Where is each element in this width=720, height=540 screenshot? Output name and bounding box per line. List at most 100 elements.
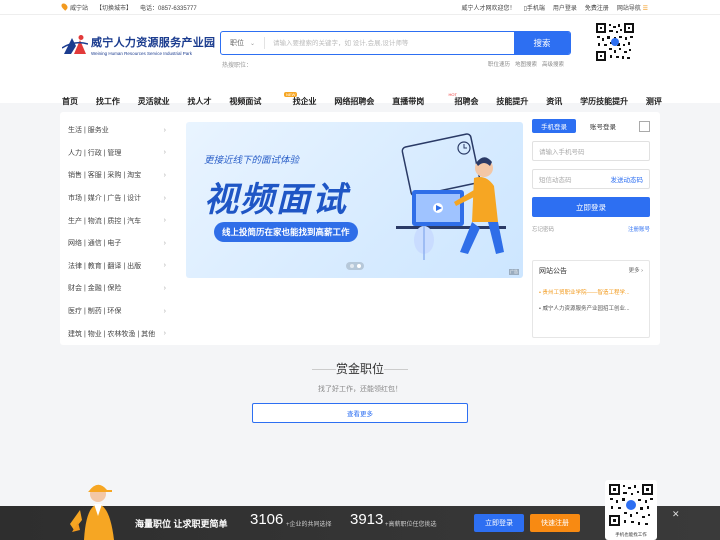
logo-english: Weining Human Resources Service Industri…: [91, 51, 192, 56]
category-item[interactable]: 医疗 | 制药 | 环保 ›: [68, 300, 168, 323]
category-item[interactable]: 市场 | 媒介 | 广告 | 设计 ›: [68, 187, 168, 210]
nav-education[interactable]: 学历技能提升: [580, 96, 628, 107]
hot-jobs-label: 热搜职位：: [222, 63, 253, 69]
category-item[interactable]: 法律 | 教育 | 翻译 | 出版 ›: [68, 255, 168, 278]
category-label: 网络 | 通信 | 电子: [68, 240, 122, 248]
welcome-text: 威宁人才网欢迎您！: [461, 6, 516, 12]
tab-account-login[interactable]: 账号登录: [590, 121, 616, 131]
mascot-man-icon: [70, 484, 114, 540]
carousel-dots[interactable]: [346, 262, 364, 270]
location: 威宁站: [60, 2, 88, 12]
banner-carousel[interactable]: 更接近线下的面试体验 视频面试 线上投简历在家也能找到高薪工作 广告: [186, 122, 523, 278]
search-link-map[interactable]: 地图搜索: [515, 60, 537, 68]
phone-number: 电话：0857-6335777: [140, 6, 197, 12]
category-label: 人力 | 行政 | 管理: [68, 149, 122, 157]
sitemap-link[interactable]: 网站导航 ☰: [617, 3, 648, 12]
register-account-link[interactable]: 注册账号: [628, 225, 650, 233]
footer-register-button[interactable]: 快速注册: [530, 514, 580, 532]
switch-city-link[interactable]: 【切换城市】: [96, 3, 132, 12]
footer-login-button[interactable]: 立即登录: [474, 514, 524, 532]
tab-phone-login[interactable]: 手机登录: [532, 119, 576, 133]
category-label: 生产 | 物流 | 质控 | 汽车: [68, 217, 142, 225]
category-label: 市场 | 媒介 | 广告 | 设计: [68, 195, 142, 203]
mobile-link-label: 手机端: [526, 6, 545, 12]
banner-subtitle: 线上投简历在家也能找到高薪工作: [214, 222, 358, 242]
category-item[interactable]: 建筑 | 物业 | 农林牧渔 | 其他 ›: [68, 322, 168, 345]
nav-find-talent[interactable]: 找人才: [188, 96, 212, 107]
menu-icon: ☰: [642, 6, 648, 12]
nav-find-job[interactable]: 找工作: [96, 96, 120, 107]
view-more-button[interactable]: 查看更多: [252, 403, 468, 423]
forgot-password-link[interactable]: 忘记密码: [532, 225, 554, 233]
nav-news[interactable]: 资讯: [546, 96, 562, 107]
close-icon[interactable]: ✕: [672, 509, 680, 520]
floating-qr: 手机也能找工作: [605, 480, 657, 540]
sitemap-label: 网站导航: [616, 6, 641, 12]
top-bar: 威宁站 【切换城市】 电话：0857-6335777 威宁人才网欢迎您！ ▯手机…: [0, 0, 720, 15]
login-button[interactable]: 立即登录: [532, 197, 650, 217]
user-login-link[interactable]: 用户登录: [553, 3, 577, 12]
category-label: 医疗 | 制药 | 环保: [68, 308, 122, 316]
chevron-down-icon: ⌄: [249, 40, 256, 47]
sms-code-placeholder: 短信动态码: [539, 177, 572, 184]
chevron-right-icon: ›: [163, 262, 166, 270]
chevron-right-icon: ›: [163, 330, 166, 338]
nav-skill-up[interactable]: 技能提升: [496, 96, 528, 107]
chevron-right-icon: ›: [163, 284, 166, 292]
category-item[interactable]: 财会 | 金融 | 保险 ›: [68, 277, 168, 300]
chevron-right-icon: ›: [163, 307, 166, 315]
chevron-right-icon: ›: [163, 217, 166, 225]
nav-assessment[interactable]: 测评: [646, 96, 662, 107]
sms-code-input[interactable]: 短信动态码 发送动态码: [532, 169, 650, 189]
login-box: 手机登录 账号登录 请输入手机号码 短信动态码 发送动态码 立即登录 忘记密码 注…: [532, 119, 650, 233]
search-type-select[interactable]: 职位 ⌄: [221, 37, 265, 49]
category-item[interactable]: 生产 | 物流 | 质控 | 汽车 ›: [68, 209, 168, 232]
carousel-dot[interactable]: [349, 264, 354, 268]
qr-code-icon: [590, 17, 640, 67]
notice-item[interactable]: • 贵州工贸职业学院——智造工程学...: [539, 288, 643, 296]
site-notice: 网站公告 更多 › • 贵州工贸职业学院——智造工程学... • 威宁人力资源服…: [532, 260, 650, 338]
category-item[interactable]: 网络 | 通信 | 电子 ›: [68, 232, 168, 255]
job-count-desc: +高薪职位任您挑选: [385, 522, 437, 528]
search-links: 职位速历 地图搜索 高级搜索: [488, 60, 564, 68]
nav-job-fair[interactable]: 招聘会: [455, 96, 479, 107]
category-list: 生活 | 服务业 › 人力 | 行政 | 管理 › 销售 | 客服 | 采购 | 淘…: [68, 119, 168, 345]
mobile-link[interactable]: ▯手机端: [524, 3, 545, 12]
nav-online-fair[interactable]: 网络招聘会: [334, 96, 374, 107]
site-logo[interactable]: 威宁人力资源服务产业园 Weining Human Resources Serv…: [62, 34, 215, 56]
category-item[interactable]: 生活 | 服务业 ›: [68, 119, 168, 142]
main-nav: 首页 找工作 灵活就业 找人才 视频面试NEW 找企业 网络招聘会 直播带岗HO…: [62, 92, 662, 107]
nav-live-jobs[interactable]: 直播带岗HOT: [392, 92, 457, 107]
nav-home[interactable]: 首页: [62, 96, 78, 107]
category-label: 法律 | 教育 | 翻译 | 出版: [68, 262, 142, 270]
qr-caption: 手机也能找工作: [615, 532, 647, 537]
search-link-history[interactable]: 职位速历: [488, 60, 510, 68]
category-label: 生活 | 服务业: [68, 127, 109, 135]
notice-item[interactable]: • 威宁人力资源服务产业园招工创业...: [539, 304, 643, 312]
nav-live-jobs-label: 直播带岗: [392, 97, 425, 106]
category-item[interactable]: 人力 | 行政 | 管理 ›: [68, 142, 168, 165]
company-count: 3106: [250, 511, 284, 528]
search-input[interactable]: [265, 32, 514, 54]
banner-title: 视频面试: [204, 181, 348, 219]
logo-icon: [62, 35, 88, 54]
search-link-advanced[interactable]: 高级搜索: [542, 60, 564, 68]
category-item[interactable]: 销售 | 客服 | 采购 | 淘宝 ›: [68, 164, 168, 187]
notice-more-link[interactable]: 更多 ›: [629, 266, 643, 276]
category-label: 销售 | 客服 | 采购 | 淘宝: [68, 172, 142, 180]
footer-slogan: 海量职位 让求职更简单: [135, 519, 228, 529]
register-link[interactable]: 免费注册: [585, 3, 609, 12]
phone-input[interactable]: 请输入手机号码: [532, 141, 650, 161]
qr-login-icon[interactable]: [639, 120, 650, 132]
notice-more-label: 更多: [628, 268, 640, 274]
nav-find-company[interactable]: 找企业: [293, 96, 317, 107]
carousel-dot-active[interactable]: [356, 264, 361, 268]
search-button[interactable]: 搜索: [514, 32, 570, 54]
send-code-button[interactable]: 发送动态码: [611, 174, 644, 184]
logo-title: 威宁人力资源服务产业园: [91, 37, 216, 49]
nav-flexible-work[interactable]: 灵活就业: [138, 96, 170, 107]
banner-tagline: 更接近线下的面试体验: [204, 155, 300, 166]
nav-video-interview[interactable]: 视频面试NEW: [229, 92, 298, 107]
ad-label: 广告: [509, 269, 519, 275]
chevron-right-icon: ›: [163, 149, 166, 157]
